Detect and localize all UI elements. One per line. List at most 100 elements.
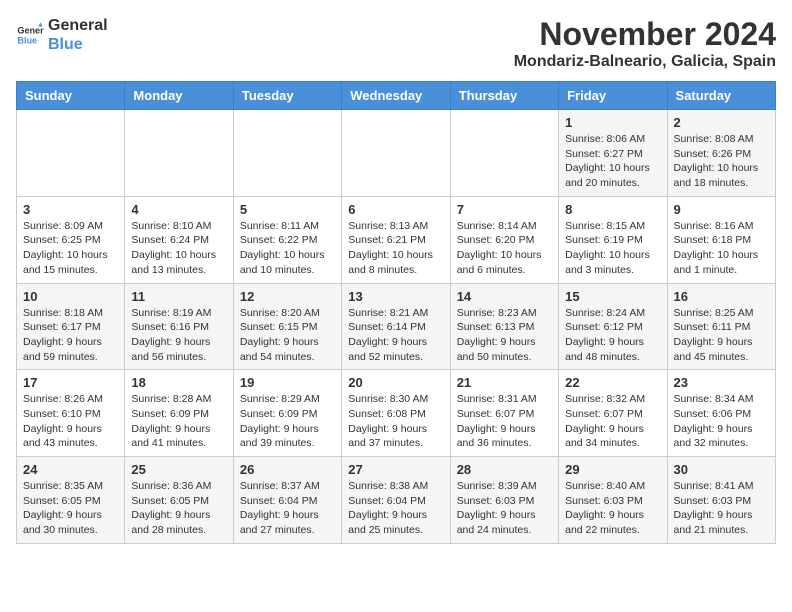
day-info: Sunrise: 8:14 AM Sunset: 6:20 PM Dayligh… — [457, 219, 552, 278]
day-number: 1 — [565, 115, 660, 130]
calendar-cell: 25 Sunrise: 8:36 AM Sunset: 6:05 PM Dayli… — [125, 457, 233, 544]
day-number: 27 — [348, 462, 443, 477]
day-info: Sunrise: 8:18 AM Sunset: 6:17 PM Dayligh… — [23, 306, 118, 365]
day-number: 22 — [565, 375, 660, 390]
day-info: Sunrise: 8:38 AM Sunset: 6:04 PM Dayligh… — [348, 479, 443, 538]
day-number: 15 — [565, 289, 660, 304]
calendar-cell: 20 Sunrise: 8:30 AM Sunset: 6:08 PM Dayli… — [342, 370, 450, 457]
day-number: 24 — [23, 462, 118, 477]
calendar-cell: 27 Sunrise: 8:38 AM Sunset: 6:04 PM Dayli… — [342, 457, 450, 544]
day-info: Sunrise: 8:23 AM Sunset: 6:13 PM Dayligh… — [457, 306, 552, 365]
calendar-cell: 21Sunrise: 8:31 AM Sunset: 6:07 PM Dayli… — [450, 370, 558, 457]
day-number: 5 — [240, 202, 335, 217]
day-number: 14 — [457, 289, 552, 304]
day-info: Sunrise: 8:28 AM Sunset: 6:09 PM Dayligh… — [131, 392, 226, 451]
calendar-cell — [17, 110, 125, 197]
day-number: 17 — [23, 375, 118, 390]
calendar-cell: 19Sunrise: 8:29 AM Sunset: 6:09 PM Dayli… — [233, 370, 341, 457]
calendar-cell: 28 Sunrise: 8:39 AM Sunset: 6:03 PM Dayli… — [450, 457, 558, 544]
calendar-week-2: 10 Sunrise: 8:18 AM Sunset: 6:17 PM Dayli… — [17, 283, 776, 370]
day-info: Sunrise: 8:29 AM Sunset: 6:09 PM Dayligh… — [240, 392, 335, 451]
calendar-cell: 1Sunrise: 8:06 AM Sunset: 6:27 PM Daylig… — [559, 110, 667, 197]
svg-text:Blue: Blue — [17, 36, 37, 46]
header-tuesday: Tuesday — [233, 82, 341, 110]
calendar-cell: 26Sunrise: 8:37 AM Sunset: 6:04 PM Dayli… — [233, 457, 341, 544]
calendar-cell: 7 Sunrise: 8:14 AM Sunset: 6:20 PM Daylig… — [450, 196, 558, 283]
day-info: Sunrise: 8:37 AM Sunset: 6:04 PM Dayligh… — [240, 479, 335, 538]
day-info: Sunrise: 8:26 AM Sunset: 6:10 PM Dayligh… — [23, 392, 118, 451]
calendar-cell — [342, 110, 450, 197]
calendar-cell: 22 Sunrise: 8:32 AM Sunset: 6:07 PM Dayli… — [559, 370, 667, 457]
calendar-header-row: Sunday Monday Tuesday Wednesday Thursday… — [17, 82, 776, 110]
day-number: 4 — [131, 202, 226, 217]
day-number: 11 — [131, 289, 226, 304]
day-info: Sunrise: 8:13 AM Sunset: 6:21 PM Dayligh… — [348, 219, 443, 278]
calendar-cell: 18Sunrise: 8:28 AM Sunset: 6:09 PM Dayli… — [125, 370, 233, 457]
day-number: 3 — [23, 202, 118, 217]
calendar-cell: 15 Sunrise: 8:24 AM Sunset: 6:12 PM Dayli… — [559, 283, 667, 370]
calendar-week-1: 3 Sunrise: 8:09 AM Sunset: 6:25 PM Daylig… — [17, 196, 776, 283]
title-area: November 2024 Mondariz-Balneario, Galici… — [514, 16, 776, 71]
header-thursday: Thursday — [450, 82, 558, 110]
calendar-cell: 3 Sunrise: 8:09 AM Sunset: 6:25 PM Daylig… — [17, 196, 125, 283]
day-number: 30 — [674, 462, 769, 477]
calendar-week-4: 24 Sunrise: 8:35 AM Sunset: 6:05 PM Dayli… — [17, 457, 776, 544]
calendar-cell: 11 Sunrise: 8:19 AM Sunset: 6:16 PM Dayli… — [125, 283, 233, 370]
logo-line1: General — [48, 16, 108, 35]
location: Mondariz-Balneario, Galicia, Spain — [514, 53, 776, 71]
page-header: General Blue General Blue November 2024 … — [16, 16, 776, 71]
day-number: 20 — [348, 375, 443, 390]
day-info: Sunrise: 8:25 AM Sunset: 6:11 PM Dayligh… — [674, 306, 769, 365]
day-number: 10 — [23, 289, 118, 304]
calendar-cell — [450, 110, 558, 197]
day-info: Sunrise: 8:15 AM Sunset: 6:19 PM Dayligh… — [565, 219, 660, 278]
day-number: 7 — [457, 202, 552, 217]
logo-line2: Blue — [48, 35, 108, 54]
day-number: 13 — [348, 289, 443, 304]
day-info: Sunrise: 8:16 AM Sunset: 6:18 PM Dayligh… — [674, 219, 769, 278]
logo-icon: General Blue — [16, 21, 44, 49]
day-info: Sunrise: 8:21 AM Sunset: 6:14 PM Dayligh… — [348, 306, 443, 365]
day-info: Sunrise: 8:11 AM Sunset: 6:22 PM Dayligh… — [240, 219, 335, 278]
calendar-cell: 2 Sunrise: 8:08 AM Sunset: 6:26 PM Daylig… — [667, 110, 775, 197]
day-info: Sunrise: 8:35 AM Sunset: 6:05 PM Dayligh… — [23, 479, 118, 538]
day-info: Sunrise: 8:32 AM Sunset: 6:07 PM Dayligh… — [565, 392, 660, 451]
day-number: 29 — [565, 462, 660, 477]
calendar-cell: 14 Sunrise: 8:23 AM Sunset: 6:13 PM Dayli… — [450, 283, 558, 370]
day-info: Sunrise: 8:08 AM Sunset: 6:26 PM Dayligh… — [674, 132, 769, 191]
calendar-cell: 13 Sunrise: 8:21 AM Sunset: 6:14 PM Dayli… — [342, 283, 450, 370]
calendar-cell: 9 Sunrise: 8:16 AM Sunset: 6:18 PM Daylig… — [667, 196, 775, 283]
calendar-cell: 6Sunrise: 8:13 AM Sunset: 6:21 PM Daylig… — [342, 196, 450, 283]
day-info: Sunrise: 8:09 AM Sunset: 6:25 PM Dayligh… — [23, 219, 118, 278]
day-info: Sunrise: 8:39 AM Sunset: 6:03 PM Dayligh… — [457, 479, 552, 538]
day-number: 23 — [674, 375, 769, 390]
day-number: 28 — [457, 462, 552, 477]
day-info: Sunrise: 8:10 AM Sunset: 6:24 PM Dayligh… — [131, 219, 226, 278]
calendar-cell — [233, 110, 341, 197]
header-sunday: Sunday — [17, 82, 125, 110]
calendar-cell: 23 Sunrise: 8:34 AM Sunset: 6:06 PM Dayli… — [667, 370, 775, 457]
day-info: Sunrise: 8:24 AM Sunset: 6:12 PM Dayligh… — [565, 306, 660, 365]
month-title: November 2024 — [514, 16, 776, 53]
day-info: Sunrise: 8:34 AM Sunset: 6:06 PM Dayligh… — [674, 392, 769, 451]
day-number: 9 — [674, 202, 769, 217]
day-number: 21 — [457, 375, 552, 390]
calendar-week-3: 17 Sunrise: 8:26 AM Sunset: 6:10 PM Dayli… — [17, 370, 776, 457]
calendar-cell: 30 Sunrise: 8:41 AM Sunset: 6:03 PM Dayli… — [667, 457, 775, 544]
day-info: Sunrise: 8:20 AM Sunset: 6:15 PM Dayligh… — [240, 306, 335, 365]
day-info: Sunrise: 8:41 AM Sunset: 6:03 PM Dayligh… — [674, 479, 769, 538]
day-number: 2 — [674, 115, 769, 130]
day-info: Sunrise: 8:30 AM Sunset: 6:08 PM Dayligh… — [348, 392, 443, 451]
logo: General Blue General Blue — [16, 16, 108, 54]
day-number: 16 — [674, 289, 769, 304]
day-number: 12 — [240, 289, 335, 304]
day-info: Sunrise: 8:36 AM Sunset: 6:05 PM Dayligh… — [131, 479, 226, 538]
svg-text:General: General — [17, 26, 44, 36]
day-number: 25 — [131, 462, 226, 477]
day-info: Sunrise: 8:19 AM Sunset: 6:16 PM Dayligh… — [131, 306, 226, 365]
header-wednesday: Wednesday — [342, 82, 450, 110]
header-saturday: Saturday — [667, 82, 775, 110]
day-info: Sunrise: 8:40 AM Sunset: 6:03 PM Dayligh… — [565, 479, 660, 538]
calendar-cell: 17 Sunrise: 8:26 AM Sunset: 6:10 PM Dayli… — [17, 370, 125, 457]
calendar-cell: 4 Sunrise: 8:10 AM Sunset: 6:24 PM Daylig… — [125, 196, 233, 283]
